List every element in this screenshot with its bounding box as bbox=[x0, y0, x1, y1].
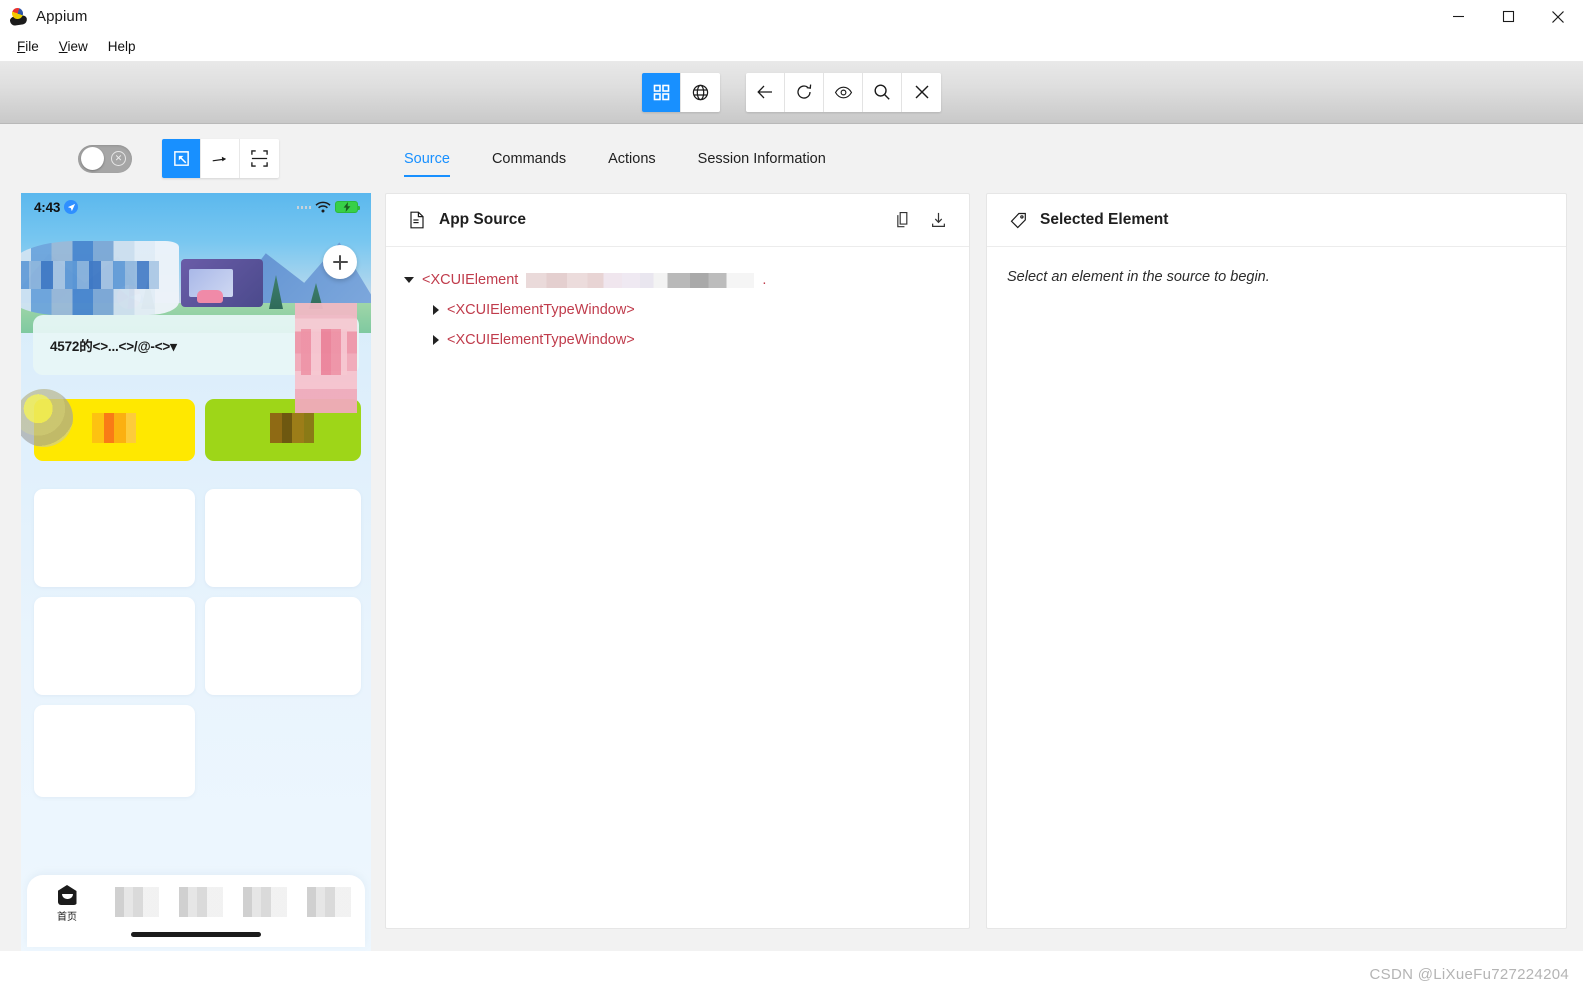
inspector-tabs: Source Commands Actions Session Informat… bbox=[381, 124, 1583, 193]
copy-icon[interactable] bbox=[890, 207, 916, 233]
tree-node-window-1[interactable]: <XCUIElementTypeWindow> bbox=[404, 295, 951, 325]
promo-card-green-blurred-content bbox=[270, 413, 314, 443]
tab-session-information[interactable]: Session Information bbox=[677, 133, 847, 185]
select-mode-button[interactable] bbox=[162, 139, 201, 178]
swipe-mode-button[interactable] bbox=[201, 139, 240, 178]
tab-source[interactable]: Source bbox=[383, 133, 471, 185]
status-time: 4:43 bbox=[34, 199, 61, 215]
tab-home-label: 首页 bbox=[57, 912, 77, 923]
tab-blurred-4[interactable] bbox=[243, 887, 287, 917]
selected-element-body: Select an element in the source to begin… bbox=[987, 247, 1566, 928]
inspector-controls: ✕ bbox=[0, 124, 381, 193]
signal-dots-icon bbox=[296, 205, 311, 209]
tree-node-root-label: <XCUIElement bbox=[422, 272, 519, 288]
hero-character-blurred bbox=[295, 303, 357, 413]
app-source-panel: App Source <XCUIElement . <XCUIElementTy… bbox=[385, 193, 970, 929]
tag-icon bbox=[1005, 207, 1031, 233]
window-title: Appium bbox=[36, 8, 88, 25]
tab-blurred-3[interactable] bbox=[179, 887, 223, 917]
promo-card-yellow-blurred-content bbox=[92, 413, 136, 443]
device-column: ✕ 4:43 4572的<>...<>/@-<>▾ 首页 bbox=[0, 124, 381, 951]
interaction-mode-group bbox=[162, 139, 279, 178]
quit-session-button[interactable] bbox=[902, 72, 941, 112]
app-search-text: 4572的<>...<>/@-<>▾ bbox=[50, 339, 177, 354]
circle-x-icon: ✕ bbox=[111, 151, 126, 166]
tab-actions[interactable]: Actions bbox=[587, 133, 677, 185]
source-panels: App Source <XCUIElement . <XCUIElementTy… bbox=[381, 193, 1583, 951]
maximize-button[interactable] bbox=[1483, 0, 1533, 33]
search-element-button[interactable] bbox=[863, 72, 902, 112]
selected-element-title: Selected Element bbox=[1040, 211, 1169, 228]
plus-icon[interactable] bbox=[323, 245, 357, 279]
menu-view[interactable]: View bbox=[50, 37, 97, 58]
back-button[interactable] bbox=[746, 72, 785, 112]
tree-node-window-2[interactable]: <XCUIElementTypeWindow> bbox=[404, 325, 951, 355]
tree-node-root-tail: . bbox=[762, 272, 767, 288]
caret-down-icon[interactable] bbox=[404, 277, 414, 283]
web-mode-button[interactable] bbox=[681, 72, 720, 112]
session-actions-group bbox=[746, 72, 941, 112]
content-card-5[interactable] bbox=[34, 705, 195, 797]
selected-element-hint: Select an element in the source to begin… bbox=[1007, 269, 1270, 285]
tab-blurred-2[interactable] bbox=[115, 887, 159, 917]
status-left: 4:43 bbox=[34, 199, 79, 215]
menu-file-rest: ile bbox=[25, 38, 39, 54]
inspector-main: Source Commands Actions Session Informat… bbox=[381, 124, 1583, 951]
tree-node-root-redacted bbox=[526, 272, 755, 288]
status-right bbox=[296, 201, 360, 213]
device-screenshot[interactable]: 4:43 4572的<>...<>/@-<>▾ 首页 bbox=[21, 193, 371, 951]
inspector-body: ✕ 4:43 4572的<>...<>/@-<>▾ 首页 Source Comm… bbox=[0, 124, 1583, 951]
content-card-3[interactable] bbox=[34, 597, 195, 695]
wifi-icon bbox=[315, 201, 331, 213]
app-tab-bar: 首页 bbox=[27, 875, 365, 947]
refresh-source-button[interactable] bbox=[785, 72, 824, 112]
tab-blurred-5[interactable] bbox=[307, 887, 351, 917]
hero-car bbox=[197, 290, 223, 303]
close-button[interactable] bbox=[1533, 0, 1583, 33]
caret-right-icon[interactable] bbox=[433, 335, 439, 345]
selected-element-header: Selected Element bbox=[987, 194, 1566, 247]
home-icon bbox=[57, 885, 77, 905]
minimize-button[interactable] bbox=[1433, 0, 1483, 33]
app-source-tree[interactable]: <XCUIElement . <XCUIElementTypeWindow> <… bbox=[386, 247, 969, 928]
window-controls bbox=[1433, 0, 1583, 33]
tap-mode-button[interactable] bbox=[240, 139, 279, 178]
appium-logo-icon bbox=[9, 7, 28, 26]
menu-view-rest: iew bbox=[67, 38, 88, 54]
location-arrow-icon bbox=[64, 200, 79, 214]
menu-bar: File View Help bbox=[0, 33, 1583, 61]
menu-file[interactable]: File bbox=[8, 37, 48, 58]
watermark: CSDN @LiXueFu727224204 bbox=[1369, 966, 1569, 983]
toggle-visibility-button[interactable] bbox=[824, 72, 863, 112]
window-titlebar: Appium bbox=[0, 0, 1583, 33]
tab-home[interactable]: 首页 bbox=[45, 885, 89, 923]
caret-right-icon[interactable] bbox=[433, 305, 439, 315]
tree-node-window-1-label: <XCUIElementTypeWindow> bbox=[447, 302, 635, 318]
app-source-title: App Source bbox=[439, 211, 526, 228]
app-mode-button[interactable] bbox=[642, 72, 681, 112]
device-screen[interactable]: 4:43 4572的<>...<>/@-<>▾ 首页 bbox=[21, 193, 371, 951]
content-card-2[interactable] bbox=[205, 489, 361, 587]
tab-commands[interactable]: Commands bbox=[471, 133, 587, 185]
toggle-knob bbox=[81, 147, 104, 170]
recorder-toggle[interactable]: ✕ bbox=[78, 144, 132, 173]
tree-node-window-2-label: <XCUIElementTypeWindow> bbox=[447, 332, 635, 348]
menu-help[interactable]: Help bbox=[99, 37, 145, 58]
selected-element-panel: Selected Element Select an element in th… bbox=[986, 193, 1567, 929]
app-source-header: App Source bbox=[386, 194, 969, 247]
context-mode-group bbox=[642, 72, 720, 112]
content-card-4[interactable] bbox=[205, 597, 361, 695]
download-icon[interactable] bbox=[925, 207, 951, 233]
content-card-1[interactable] bbox=[34, 489, 195, 587]
ios-home-indicator bbox=[131, 932, 261, 937]
ios-status-bar: 4:43 bbox=[21, 193, 371, 221]
document-icon bbox=[404, 207, 430, 233]
hero-blurred-overlay bbox=[21, 241, 179, 315]
main-toolbar bbox=[0, 61, 1583, 124]
tree-node-root[interactable]: <XCUIElement . bbox=[404, 265, 951, 295]
battery-charging-icon bbox=[335, 201, 360, 213]
